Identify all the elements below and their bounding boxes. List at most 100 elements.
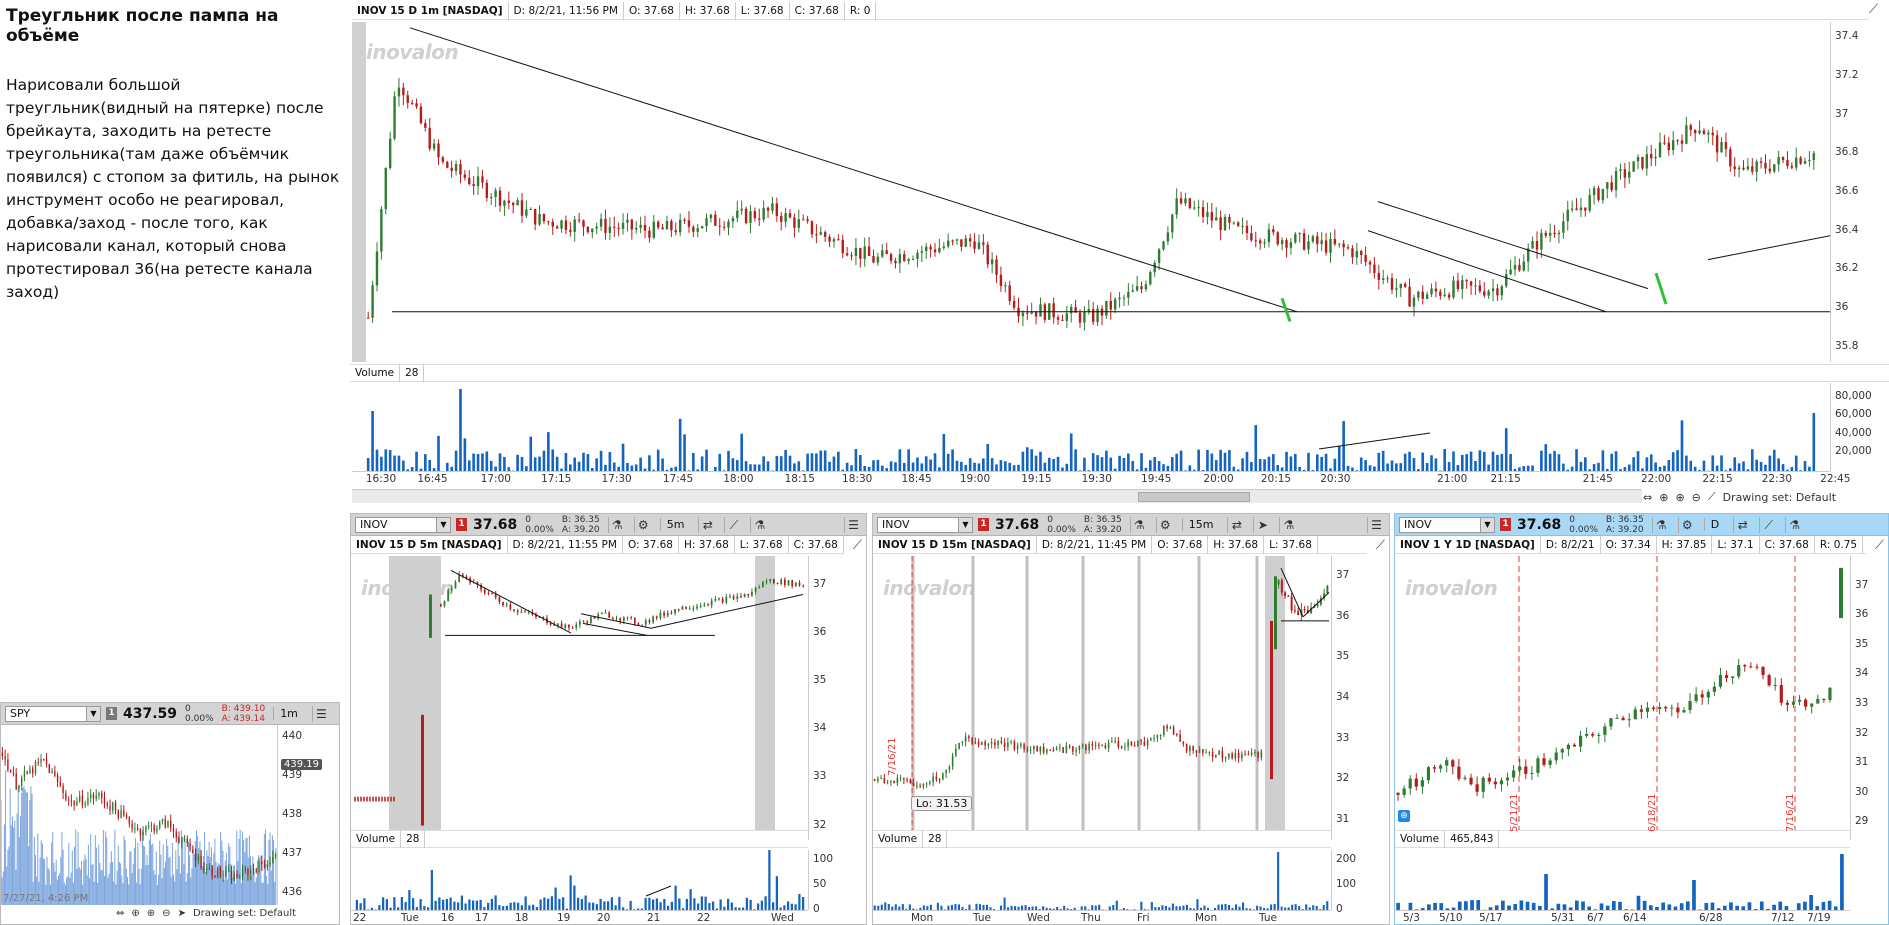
main-candle xyxy=(872,249,875,264)
p5m-candle xyxy=(619,617,622,625)
main-price-chart[interactable] xyxy=(352,22,1830,362)
spy-chart[interactable] xyxy=(1,725,277,905)
style-button[interactable]: ⟋ xyxy=(1376,538,1385,553)
inov-5m-price-chart[interactable] xyxy=(351,556,808,840)
cursor-icon[interactable]: ➤ xyxy=(178,908,186,919)
zoom-out-icon[interactable]: ⊖ xyxy=(162,908,170,919)
cursor-icon[interactable]: ➤ xyxy=(1253,516,1271,533)
inov-1d-symbol-input[interactable]: INOV ▼ xyxy=(1399,516,1495,533)
compare-icon[interactable]: ⇄ xyxy=(698,516,716,533)
inov-1d-time-axis[interactable]: 5/3 5/10 5/17 5/31 6/7 6/14 6/28 7/12 7/19 xyxy=(1395,910,1850,924)
main-scroll-thumb[interactable] xyxy=(1138,492,1250,502)
entry-marker[interactable] xyxy=(1654,272,1668,305)
style-button[interactable]: ⟋ xyxy=(1875,538,1884,553)
chevron-down-icon[interactable]: ▼ xyxy=(436,517,450,532)
crosshair-icon[interactable]: ⊕ xyxy=(131,908,139,919)
main-candle xyxy=(674,222,677,236)
trendline[interactable] xyxy=(1707,173,1830,261)
main-candle xyxy=(1773,164,1776,174)
draw-line-icon[interactable]: ⟋ xyxy=(1708,490,1716,504)
chevron-down-icon[interactable]: ▼ xyxy=(958,517,972,532)
p5m-candle xyxy=(604,609,607,614)
inov-15m-time-axis[interactable]: Mon Tue Wed Thu Fri Mon Tue xyxy=(873,910,1331,924)
inov-5m-volume-chart[interactable] xyxy=(351,850,808,910)
main-candle xyxy=(854,237,858,266)
main-candle xyxy=(1140,281,1143,294)
main-scrollbar[interactable] xyxy=(352,489,1642,503)
volume-trendline[interactable] xyxy=(1318,432,1431,450)
inov-1d-price-chart[interactable] xyxy=(1395,556,1850,840)
p15m-candle xyxy=(1049,749,1051,752)
menu-icon[interactable]: ☰ xyxy=(1367,516,1385,533)
main-candle xyxy=(652,214,656,240)
flask-icon[interactable]: ⚗ xyxy=(607,516,626,533)
p1d-candle xyxy=(1493,777,1497,789)
inov-15m-volume-chart[interactable] xyxy=(873,850,1331,910)
inov-15m-toolbar: INOV ▼ 1 37.68 0 0.00% B: 36.35 A: 39.20 ⚗ … xyxy=(873,514,1389,536)
draw-line-icon[interactable]: ⟋ xyxy=(1759,516,1777,533)
main-candle xyxy=(859,247,862,268)
inov-1d-period[interactable]: D xyxy=(1703,518,1725,531)
flask-icon[interactable]: ⚗ xyxy=(1279,516,1297,533)
draw-line-icon[interactable]: ⟋ xyxy=(724,516,742,533)
flask-icon[interactable]: ⚗ xyxy=(1129,516,1148,533)
chevron-down-icon[interactable]: ▼ xyxy=(86,706,100,721)
crosshair-icon[interactable]: ⊕ xyxy=(1659,491,1668,504)
gear-icon[interactable]: ⚙ xyxy=(633,516,652,533)
inov-5m-time-axis[interactable]: 22 Tue 16 17 18 19 20 21 22 Wed xyxy=(351,910,808,924)
main-candle xyxy=(1276,231,1279,247)
trendline[interactable] xyxy=(1302,592,1330,618)
gear-icon[interactable]: ⚙ xyxy=(1677,516,1696,533)
inov-15m-period[interactable]: 15m xyxy=(1181,518,1220,531)
spy-candle xyxy=(76,797,78,807)
inov-1d-volume-chart[interactable] xyxy=(1395,850,1850,910)
flag-icon[interactable]: 1 xyxy=(456,518,467,531)
inov-15m-bid-ask: B: 36.35 A: 39.20 xyxy=(1083,514,1122,535)
entry-marker[interactable] xyxy=(1280,297,1292,322)
main-price-axis[interactable]: 37.4 37.2 37 36.8 36.6 36.4 36.2 36 35.8 xyxy=(1830,22,1889,362)
main-candle xyxy=(1351,245,1354,264)
main-candle xyxy=(1017,297,1020,323)
chevron-down-icon[interactable]: ▼ xyxy=(1480,517,1494,532)
gear-icon[interactable]: ⚙ xyxy=(1155,516,1174,533)
spy-candle xyxy=(101,790,103,804)
style-button[interactable]: ⟋ xyxy=(853,538,862,553)
spy-drawing-set[interactable]: Drawing set: Default xyxy=(193,908,296,919)
pan-icon[interactable]: ⇔ xyxy=(1643,491,1652,504)
flag-icon[interactable]: 1 xyxy=(978,518,989,531)
inov-5m-period[interactable]: 5m xyxy=(659,518,691,531)
dividend-icon[interactable]: ⊕ xyxy=(1398,810,1410,822)
flask-icon[interactable]: ⚗ xyxy=(1785,516,1803,533)
main-drawing-set[interactable]: Drawing set: Default xyxy=(1723,491,1836,504)
spy-period[interactable]: 1m xyxy=(273,707,304,720)
menu-icon[interactable]: ☰ xyxy=(844,516,862,533)
main-time-axis[interactable]: 16:30 16:45 17:00 17:15 17:30 17:45 18:00 18:15… xyxy=(352,471,1850,489)
p5m-candle xyxy=(729,593,731,599)
style-button[interactable]: ⟋ xyxy=(1869,2,1885,18)
inov-5m-symbol-input[interactable]: INOV ▼ xyxy=(355,516,451,533)
inov-15m-symbol-input[interactable]: INOV ▼ xyxy=(877,516,973,533)
flag-icon[interactable]: 1 xyxy=(1500,518,1511,531)
flag-icon[interactable]: 1 xyxy=(106,707,117,720)
trendline[interactable] xyxy=(1367,230,1607,313)
zoom-out-icon[interactable]: ⊖ xyxy=(1692,491,1701,504)
spy-symbol-input[interactable]: SPY ▼ xyxy=(5,705,101,722)
pan-icon[interactable]: ⇔ xyxy=(116,908,124,919)
compare-icon[interactable]: ⇄ xyxy=(1227,516,1245,533)
trendline[interactable] xyxy=(409,27,1298,313)
zoom-in-icon[interactable]: ⊕ xyxy=(147,908,155,919)
zoom-in-icon[interactable]: ⊕ xyxy=(1675,491,1684,504)
trendline[interactable] xyxy=(450,569,572,634)
spy-candle xyxy=(230,865,233,885)
flask-icon[interactable]: ⚗ xyxy=(1651,516,1670,533)
flask-icon[interactable]: ⚗ xyxy=(750,516,768,533)
menu-icon[interactable]: ☰ xyxy=(311,705,330,722)
p1d-candle xyxy=(1645,701,1650,719)
main-time-axis-tick-label: 22:45 xyxy=(1820,473,1851,485)
volume-trendline[interactable] xyxy=(645,885,672,897)
trendline[interactable] xyxy=(1377,201,1649,290)
main-volume-chart[interactable] xyxy=(352,383,1830,471)
compare-icon[interactable]: ⇄ xyxy=(1733,516,1751,533)
main-candle xyxy=(1399,283,1402,297)
p5m-candle xyxy=(630,615,633,620)
